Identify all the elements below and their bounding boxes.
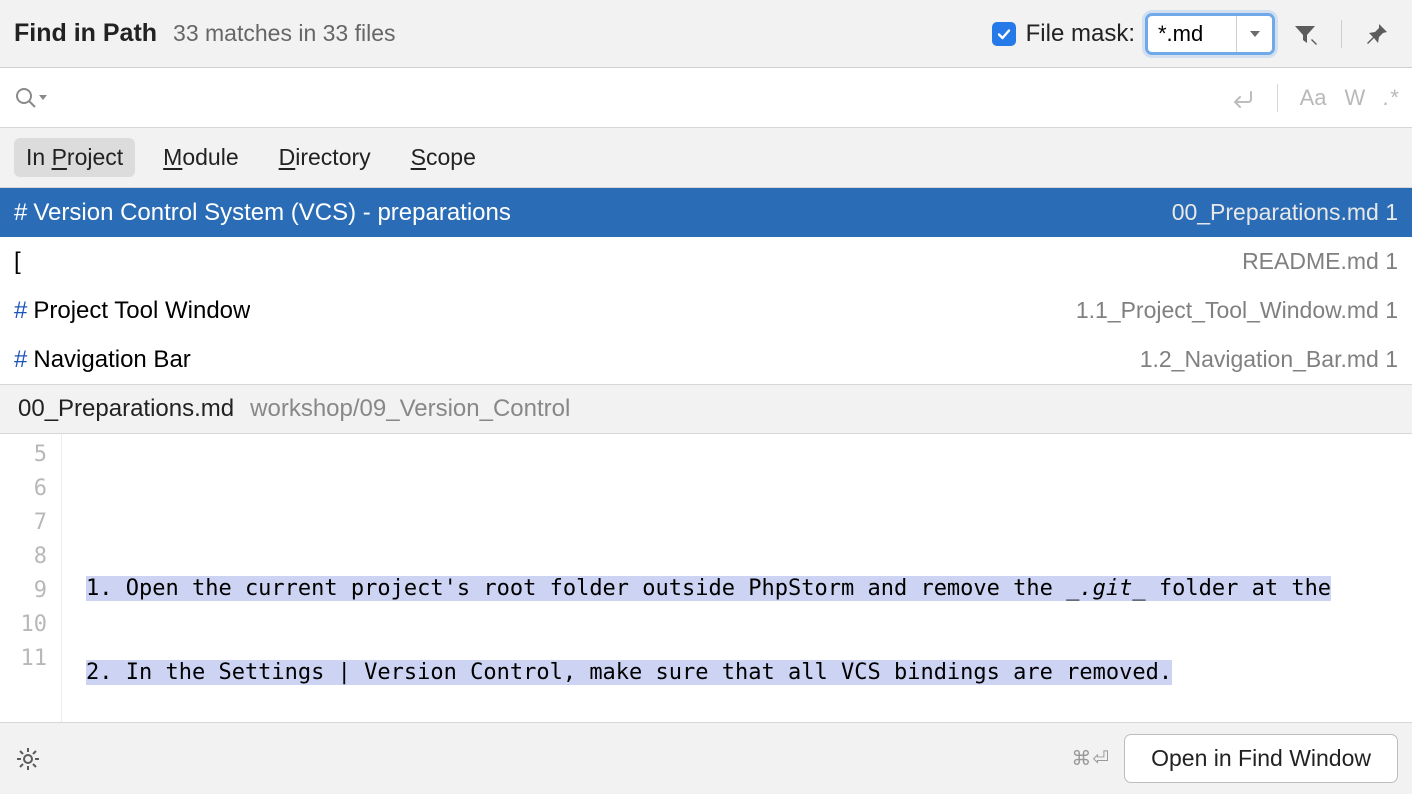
chevron-down-icon xyxy=(38,93,48,103)
scope-tab-scope[interactable]: Scope xyxy=(399,138,488,177)
search-icon[interactable] xyxy=(14,86,48,110)
matches-summary: 33 matches in 33 files xyxy=(173,20,395,47)
preview-header: 00_Preparations.md workshop/09_Version_C… xyxy=(0,384,1412,434)
result-row[interactable]: [ README.md 1 xyxy=(0,237,1412,286)
results-list: # Version Control System (VCS) - prepara… xyxy=(0,188,1412,384)
line-number: 9 xyxy=(0,574,47,608)
file-mask-combobox[interactable] xyxy=(1145,13,1275,55)
result-file: 1.2_Navigation_Bar.md xyxy=(1140,346,1379,372)
line-number: 6 xyxy=(0,472,47,506)
result-row[interactable]: # Version Control System (VCS) - prepara… xyxy=(0,188,1412,237)
line-number: 8 xyxy=(0,540,47,574)
regex-toggle[interactable]: .* xyxy=(1383,85,1398,111)
file-mask-checkbox[interactable] xyxy=(992,22,1016,46)
result-count: 1 xyxy=(1385,199,1398,225)
gutter: 5 6 7 8 9 10 11 xyxy=(0,434,62,722)
line-number: 10 xyxy=(0,608,47,642)
scope-tabs: In Project Module Directory Scope xyxy=(0,128,1412,188)
code-lines: 1. Open the current project's root folde… xyxy=(62,434,1412,722)
line-number: 5 xyxy=(0,438,47,472)
preview-path: workshop/09_Version_Control xyxy=(250,395,570,423)
separator xyxy=(1341,20,1342,48)
result-text: Project Tool Window xyxy=(33,297,250,325)
bottom-bar: ⌘⏎ Open in Find Window xyxy=(0,722,1412,794)
words-toggle[interactable]: W xyxy=(1345,85,1366,111)
pin-icon[interactable] xyxy=(1358,14,1398,54)
result-text: [ xyxy=(14,248,21,276)
code-text: 2. In the Settings | Version Control, ma… xyxy=(86,660,1172,685)
result-prefix: # xyxy=(14,346,27,374)
scope-tab-directory[interactable]: Directory xyxy=(267,138,383,177)
file-mask-dropdown[interactable] xyxy=(1236,16,1272,52)
search-bar: Aa W .* xyxy=(0,68,1412,128)
scope-tab-module[interactable]: Module xyxy=(151,138,250,177)
line-number: 7 xyxy=(0,506,47,540)
result-count: 1 xyxy=(1385,297,1398,323)
line-number: 11 xyxy=(0,642,47,676)
result-count: 1 xyxy=(1385,346,1398,372)
result-file: 00_Preparations.md xyxy=(1172,199,1379,225)
result-prefix: # xyxy=(14,199,27,227)
title-bar: Find in Path 33 matches in 33 files File… xyxy=(0,0,1412,68)
open-in-find-window-button[interactable]: Open in Find Window xyxy=(1124,734,1398,783)
file-mask-label: File mask: xyxy=(1026,20,1135,48)
file-mask-input[interactable] xyxy=(1148,17,1236,51)
filter-icon[interactable] xyxy=(1285,14,1325,54)
shortcut-hint: ⌘⏎ xyxy=(1071,746,1110,771)
result-row[interactable]: # Navigation Bar 1.2_Navigation_Bar.md 1 xyxy=(0,335,1412,384)
scope-tab-project[interactable]: In Project xyxy=(14,138,135,177)
match-case-toggle[interactable]: Aa xyxy=(1300,85,1327,111)
result-prefix: # xyxy=(14,297,27,325)
preview-code[interactable]: 5 6 7 8 9 10 11 1. Open the current proj… xyxy=(0,434,1412,722)
preview-filename: 00_Preparations.md xyxy=(18,395,234,423)
result-text: Version Control System (VCS) - preparati… xyxy=(33,199,511,227)
separator xyxy=(1277,84,1278,112)
result-row[interactable]: # Project Tool Window 1.1_Project_Tool_W… xyxy=(0,286,1412,335)
result-file: 1.1_Project_Tool_Window.md xyxy=(1076,297,1379,323)
search-input[interactable] xyxy=(52,79,1225,117)
newline-icon[interactable] xyxy=(1229,88,1255,108)
gear-icon[interactable] xyxy=(14,745,42,773)
result-count: 1 xyxy=(1385,248,1398,274)
dialog-title: Find in Path xyxy=(14,19,157,48)
result-text: Navigation Bar xyxy=(33,346,190,374)
result-file: README.md xyxy=(1242,248,1379,274)
